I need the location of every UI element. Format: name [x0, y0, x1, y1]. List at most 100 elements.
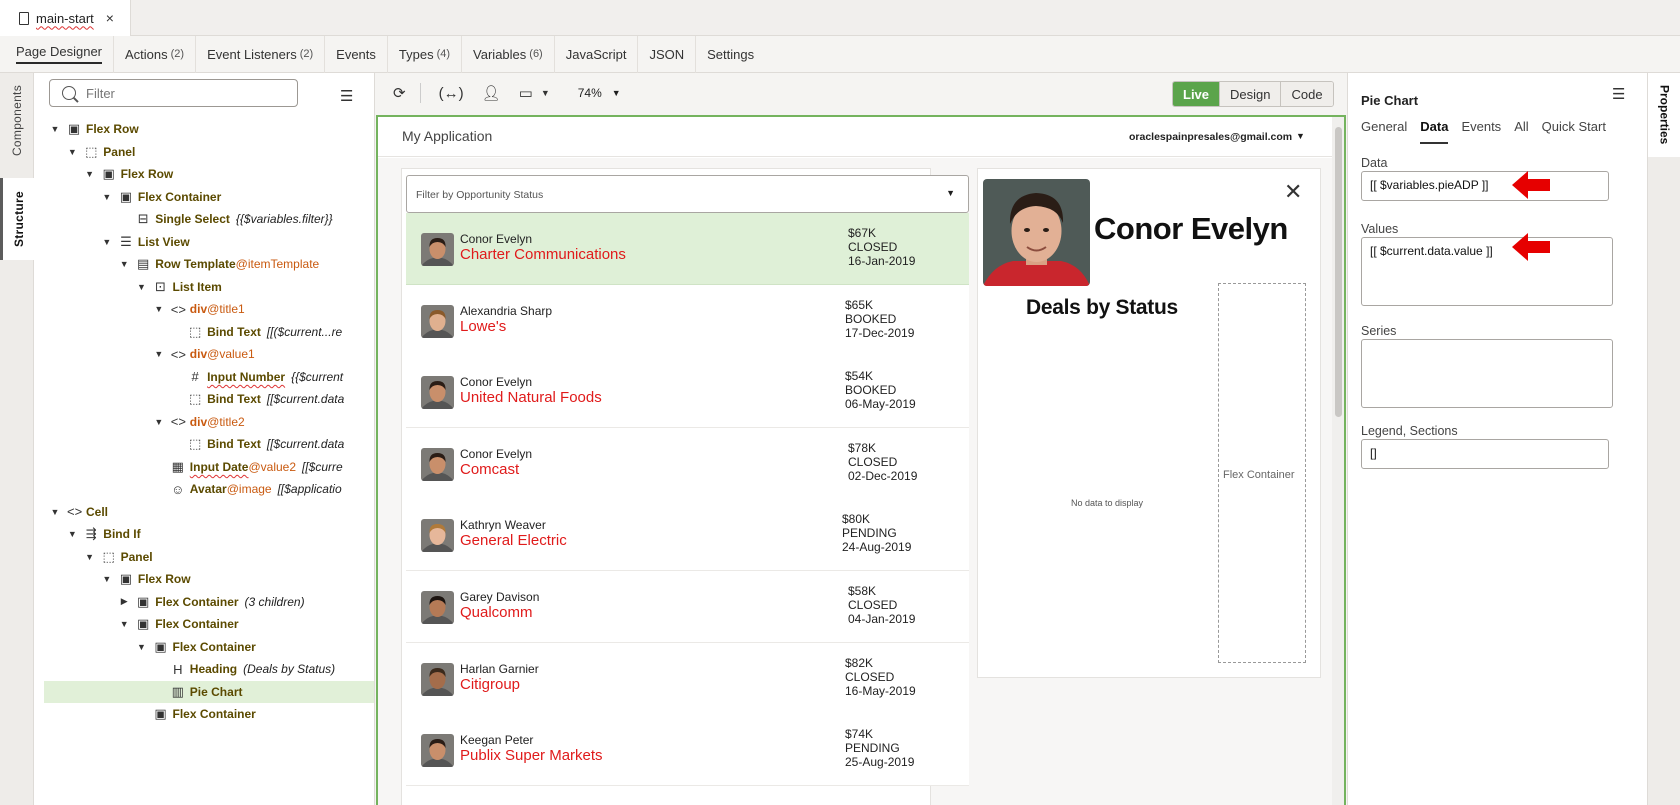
list-item[interactable]: Harlan Garnier Citigroup $82K CLOSED 16-May-… [406, 642, 969, 715]
tree-node-panel[interactable]: ▼ ⬚ Panel [44, 141, 374, 164]
tree-node-div[interactable]: ▼ <> div @title2 [44, 411, 374, 434]
tree-node-flex-container[interactable]: ▼ ▣ Flex Container [44, 636, 374, 659]
collapse-icon[interactable]: ▼ [67, 147, 77, 157]
file-tab-main-start[interactable]: main-start × [0, 0, 131, 36]
tree-node-flex-container[interactable]: ▶ ▣ Flex Container (3 children) [44, 591, 374, 614]
zoom-level[interactable]: 74% [578, 86, 602, 100]
tab-components[interactable]: Components [0, 81, 34, 161]
properties-menu-icon[interactable]: ☰ [1612, 85, 1625, 103]
collapse-icon[interactable]: ▼ [67, 529, 77, 539]
collapse-icon[interactable]: ▼ [137, 642, 147, 652]
collapse-icon[interactable]: ▼ [85, 169, 95, 179]
tree-node-flex-container[interactable]: ▼ ▣ Flex Container [44, 186, 374, 209]
legend-sections-field[interactable]: [] [1361, 439, 1609, 469]
properties-tab-general[interactable]: General [1361, 119, 1407, 144]
structure-filter[interactable] [49, 79, 298, 107]
tree-node-flex-container[interactable]: ▣ Flex Container [44, 703, 374, 726]
tree-node-cell[interactable]: ▼ <> Cell [44, 501, 374, 524]
collapse-icon[interactable]: ▼ [119, 619, 129, 629]
nav-tab-events[interactable]: Events [325, 35, 388, 73]
zoom-chevron-down-icon[interactable]: ▼ [612, 88, 621, 98]
collapse-icon[interactable]: ▼ [102, 237, 112, 247]
collapse-icon[interactable]: ▼ [154, 349, 164, 359]
list-item[interactable]: Kathryn Weaver General Electric $80K PENDIN… [406, 499, 969, 572]
tree-node-flex-row[interactable]: ▼ ▣ Flex Row [44, 568, 374, 591]
tree-node-bind-if[interactable]: ▼ ⇶ Bind If [44, 523, 374, 546]
tree-node-list-view[interactable]: ▼ ☰ List View [44, 231, 374, 254]
list-item[interactable]: Conor Evelyn United Natural Foods $54K BOOK… [406, 356, 969, 429]
series-field[interactable] [1361, 339, 1613, 408]
mode-live-button[interactable]: Live [1173, 82, 1220, 106]
close-icon[interactable]: ✕ [1284, 179, 1302, 205]
collapse-icon[interactable]: ▼ [102, 192, 112, 202]
properties-tab-data[interactable]: Data [1420, 119, 1449, 144]
data-field[interactable]: [[ $variables.pieADP ]] [1361, 171, 1609, 201]
tree-node-bind-text[interactable]: ⬚ Bind Text [[$current.data [44, 433, 374, 456]
tree-node-avatar[interactable]: ☺ Avatar @image [[$applicatio [44, 478, 374, 501]
tree-node-input-date[interactable]: ▦ Input Date @value2 [[$curre [44, 456, 374, 479]
properties-tab-all[interactable]: All [1514, 119, 1528, 144]
tree-node-heading[interactable]: H Heading (Deals by Status) [44, 658, 374, 681]
device-icon[interactable]: ▭ [519, 84, 533, 102]
structure-filter-input[interactable] [86, 85, 276, 101]
collapse-icon[interactable]: ▼ [102, 574, 112, 584]
scrollbar-thumb[interactable] [1335, 127, 1342, 417]
tree-node-row-template[interactable]: ▼ ▤ Row Template @itemTemplate [44, 253, 374, 276]
nav-tab-event-listeners[interactable]: Event Listeners (2) [196, 35, 326, 73]
nav-tab-json[interactable]: JSON [638, 35, 697, 73]
mode-code-button[interactable]: Code [1280, 82, 1333, 106]
tree-node-input-number[interactable]: # Input Number {{$current [44, 366, 374, 389]
user-email[interactable]: oraclespainpresales@gmail.com [1129, 131, 1292, 143]
collapse-icon[interactable]: ▼ [85, 552, 95, 562]
tree-node-list-item[interactable]: ▼ ⊡ List Item [44, 276, 374, 299]
collapse-icon[interactable]: ▼ [119, 259, 129, 269]
pie-chart-empty-message[interactable]: No data to display [1071, 498, 1143, 508]
values-field[interactable]: [[ $current.data.value ]] [1361, 237, 1613, 306]
tree-node-pie-chart[interactable]: ▥ Pie Chart [44, 680, 374, 703]
tree-node-div[interactable]: ▼ <> div @title1 [44, 298, 374, 321]
chevron-down-icon[interactable]: ▼ [946, 188, 955, 198]
collapse-icon[interactable]: ▼ [50, 507, 60, 517]
chevron-down-icon[interactable]: ▼ [541, 88, 550, 98]
user-icon[interactable]: 👤︎ [482, 84, 501, 102]
tree-node-flex-container[interactable]: ▼ ▣ Flex Container [44, 613, 374, 636]
tree-node-div[interactable]: ▼ <> div @value1 [44, 343, 374, 366]
opportunity-status-filter[interactable]: Filter by Opportunity Status ▼ [406, 175, 969, 213]
properties-tab-events[interactable]: Events [1461, 119, 1501, 144]
nav-tab-settings[interactable]: Settings [696, 36, 765, 73]
nav-tab-javascript[interactable]: JavaScript [555, 35, 639, 73]
collapse-icon[interactable]: ▼ [137, 282, 147, 292]
mode-design-button[interactable]: Design [1219, 82, 1281, 106]
flex-container-placeholder[interactable]: Flex Container [1218, 283, 1306, 663]
list-item[interactable]: Conor Evelyn Charter Communications $67K CL… [406, 213, 969, 285]
preview-scrollbar[interactable] [1332, 117, 1344, 805]
collapse-icon[interactable]: ▼ [154, 417, 164, 427]
component-type-icon: ⊡ [155, 278, 166, 294]
tree-node-panel[interactable]: ▼ ⬚ Panel [44, 546, 374, 569]
tree-node-flex-row[interactable]: ▼ ▣ Flex Row [44, 163, 374, 186]
list-item[interactable]: Alexandria Sharp Lowe's $65K BOOKED 17-Dec-2… [406, 284, 969, 357]
tree-node-bind-text[interactable]: ⬚ Bind Text [[$current.data [44, 388, 374, 411]
user-menu-chevron-icon[interactable]: ▼ [1296, 131, 1305, 141]
refresh-icon[interactable]: ⟳ [393, 84, 406, 102]
tab-properties[interactable]: Properties [1648, 73, 1680, 157]
nav-tab-page-designer[interactable]: Page Designer [0, 35, 114, 73]
properties-tab-quick-start[interactable]: Quick Start [1542, 119, 1606, 144]
hamburger-menu-icon[interactable]: ☰ [340, 87, 353, 105]
list-item[interactable]: Conor Evelyn Comcast $78K CLOSED 02-Dec-2019 [406, 427, 969, 500]
close-tab-icon[interactable]: × [106, 10, 114, 26]
collapse-icon[interactable]: ▼ [50, 124, 60, 134]
list-item[interactable]: Garey Davison Qualcomm $58K CLOSED 04-Jan-20… [406, 571, 969, 643]
tree-node-single-select[interactable]: ⊟ Single Select {{$variables.filter}} [44, 208, 374, 231]
opportunity-owner: Conor Evelyn [460, 446, 533, 461]
collapse-icon[interactable]: ▼ [154, 304, 164, 314]
variables-icon[interactable]: (↔) [439, 85, 464, 102]
nav-tab-actions[interactable]: Actions (2) [114, 35, 197, 73]
tree-node-flex-row[interactable]: ▼ ▣ Flex Row [44, 118, 374, 141]
tab-structure[interactable]: Structure [0, 178, 34, 260]
nav-tab-variables[interactable]: Variables (6) [462, 35, 555, 73]
expand-icon[interactable]: ▶ [119, 596, 129, 607]
list-item[interactable]: Keegan Peter Publix Super Markets $74K PEND… [406, 714, 969, 787]
nav-tab-types[interactable]: Types (4) [388, 35, 463, 73]
tree-node-bind-text[interactable]: ⬚ Bind Text [[($current...re [44, 321, 374, 344]
